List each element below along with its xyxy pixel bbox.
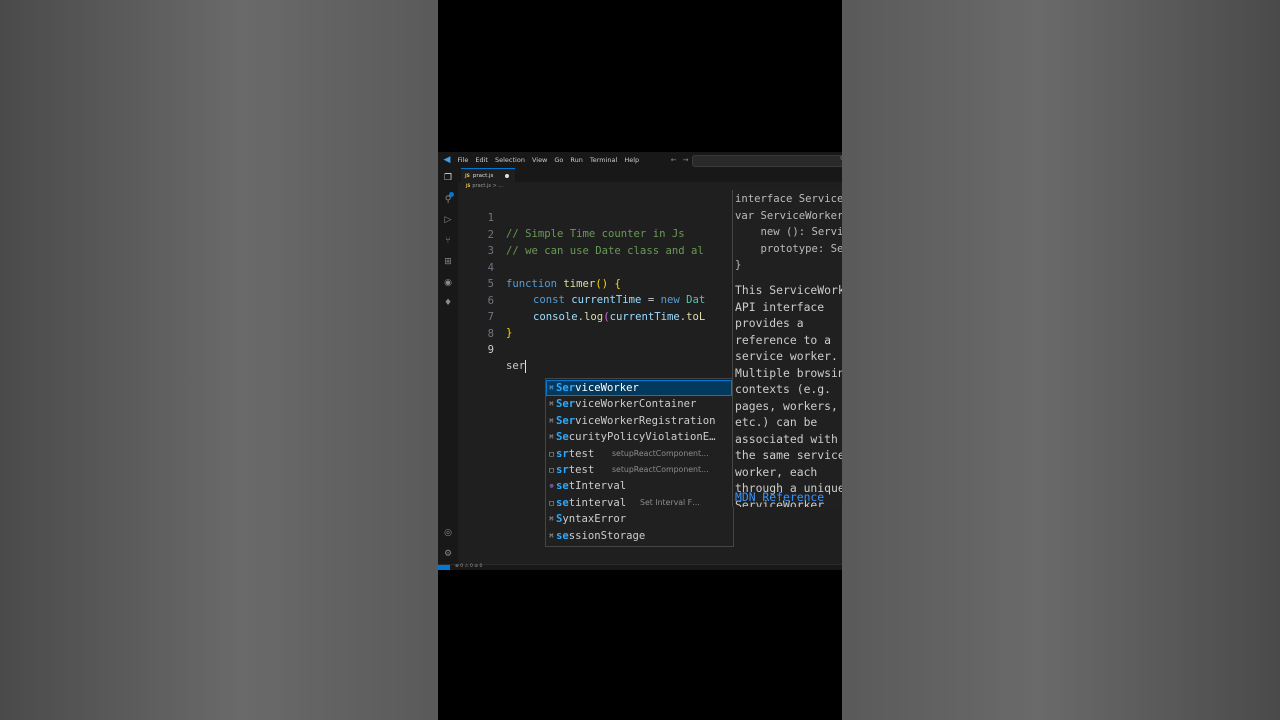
- code-line-7: 7 }: [458, 293, 513, 339]
- code-line-6: 6 console.log(currentTime.toL: [458, 277, 706, 323]
- blurred-background-right: [842, 0, 1280, 720]
- interface-icon: ⌘: [549, 384, 554, 392]
- interface-icon: ⌘: [549, 400, 554, 409]
- back-arrow-icon[interactable]: ←: [671, 156, 677, 164]
- snippet-icon: □: [549, 498, 554, 507]
- suggestion-item[interactable]: ⌘ SecurityPolicyViolationE…: [546, 429, 732, 445]
- search-icon[interactable]: ⚲: [438, 195, 458, 205]
- settings-gear-icon[interactable]: ⚙: [438, 549, 458, 559]
- suggestion-item[interactable]: ⌘ SyntaxError: [546, 511, 732, 527]
- tab-bar: JS pract.js: [458, 168, 842, 183]
- status-bar: ⊗ 0 ⚠ 0 ⊘ 0: [438, 564, 842, 570]
- account-icon[interactable]: ◎: [438, 528, 458, 538]
- documentation-text: This ServiceWorker API interface provide…: [735, 283, 842, 507]
- suggestion-item[interactable]: □ srtest setupReactComponent…: [546, 462, 732, 478]
- interface-icon: ⌘: [549, 433, 554, 442]
- menu-selection[interactable]: Selection: [491, 156, 528, 164]
- code-text: console.log(currentTime.toL: [533, 310, 706, 323]
- text-cursor: [525, 359, 527, 373]
- type-signature-line: var ServiceWorker:…: [735, 209, 842, 222]
- code-text: ser: [506, 359, 527, 373]
- suggest-widget: ⌘ ServiceWorker ⌘ ServiceWorkerContainer…: [545, 378, 734, 547]
- vscode-window: ◀ File Edit Selection View Go Run Termin…: [438, 152, 842, 570]
- mongodb-leaf-icon[interactable]: ♦: [438, 298, 458, 308]
- code-editor[interactable]: 1 // Simple Time counter in Js 2 // we c…: [458, 190, 842, 570]
- code-text: const currentTime = new Dat: [533, 294, 706, 306]
- problems-count[interactable]: ⊗ 0 ⚠ 0 ⊘ 0: [455, 564, 482, 569]
- suggestion-item[interactable]: □ srtest setupReactComponent…: [546, 446, 732, 462]
- type-signature-line: new (): Servic…: [760, 226, 843, 239]
- suggestion-item[interactable]: ⌘ sessionStorage: [546, 528, 732, 544]
- code-line-8: 8: [458, 310, 509, 340]
- activity-bar: ❐ ⚲ ▷ ⑂ ⊞ ◉ ♦ ◎ ⚙: [438, 168, 458, 570]
- comment: // we can use Date class and al: [506, 244, 704, 257]
- mdn-reference-link[interactable]: MDN Reference: [735, 490, 824, 504]
- breadcrumb-rest[interactable]: > ...: [493, 183, 504, 189]
- command-center-search[interactable]: ⚲: [692, 155, 842, 167]
- forward-arrow-icon[interactable]: →: [683, 156, 689, 164]
- menu-file[interactable]: File: [454, 156, 472, 164]
- code-line-4: 4 function timer() {: [458, 244, 621, 290]
- interface-icon: ⌘: [549, 515, 554, 524]
- files-icon[interactable]: ❐: [438, 173, 458, 183]
- suggestion-item[interactable]: ⌘ ServiceWorkerContainer: [546, 396, 732, 412]
- vscode-logo-icon: ◀: [443, 155, 451, 165]
- js-file-icon: JS: [465, 173, 470, 179]
- code-line-9: 9 ser: [458, 326, 527, 373]
- suggestion-item[interactable]: ⌘ ServiceWorker: [546, 380, 732, 397]
- edge-icon[interactable]: ◉: [438, 278, 458, 288]
- nav-arrows: ← →: [671, 156, 689, 164]
- suggestion-item[interactable]: ⌘ ServiceWorkerRegistration: [546, 413, 732, 429]
- menu-view[interactable]: View: [528, 156, 550, 164]
- comment: // Simple Time counter in Js: [506, 228, 685, 240]
- video-frame: ◀ File Edit Selection View Go Run Termin…: [438, 0, 842, 720]
- code-text: function timer() {: [506, 277, 621, 290]
- suggestion-item[interactable]: ⊚ setInterval: [546, 478, 732, 494]
- interface-icon: ⌘: [549, 531, 554, 540]
- run-debug-icon[interactable]: ▷: [438, 215, 458, 225]
- function-icon: ⊚: [549, 482, 554, 491]
- line-number-current: 9: [487, 344, 494, 356]
- unsaved-dot-icon[interactable]: [505, 174, 509, 178]
- tab-pract-js[interactable]: JS pract.js: [461, 168, 515, 183]
- menu-run[interactable]: Run: [567, 156, 586, 164]
- type-signature-line: interface ServiceW…: [735, 193, 842, 205]
- remote-indicator-icon[interactable]: [438, 565, 450, 570]
- code-line-5: 5 const currentTime = new Dat: [458, 260, 706, 306]
- menu-terminal[interactable]: Terminal: [586, 156, 620, 164]
- tab-label: pract.js: [472, 173, 494, 179]
- code-line-1: 1 // Simple Time counter in Js: [458, 194, 685, 240]
- search-icon: ⚲: [840, 155, 842, 163]
- snippet-icon: □: [549, 449, 554, 458]
- code-line-2: 2 // we can use Date class and al: [458, 211, 704, 257]
- blurred-background-left: [0, 0, 438, 720]
- suggestion-item[interactable]: □ setinterval Set Interval F…: [546, 495, 732, 511]
- breadcrumb: JS pract.js > ...: [466, 183, 503, 189]
- snippet-icon: □: [549, 466, 554, 474]
- extensions-icon[interactable]: ⊞: [438, 257, 458, 267]
- code-line-3: 3: [458, 227, 509, 257]
- type-signature-line: }: [735, 259, 742, 272]
- suggest-details-panel: interface ServiceW… var ServiceWorker:… …: [732, 190, 842, 507]
- interface-icon: ⌘: [549, 416, 554, 425]
- menu-go[interactable]: Go: [551, 156, 567, 164]
- breadcrumb-file[interactable]: pract.js: [472, 183, 491, 189]
- menu-edit[interactable]: Edit: [472, 156, 492, 164]
- menu-help[interactable]: Help: [621, 156, 643, 164]
- title-bar: ◀ File Edit Selection View Go Run Termin…: [438, 152, 842, 168]
- type-signature-line: prototype: Ser…: [760, 242, 843, 255]
- source-control-icon[interactable]: ⑂: [438, 236, 458, 246]
- js-file-icon: JS: [466, 183, 471, 188]
